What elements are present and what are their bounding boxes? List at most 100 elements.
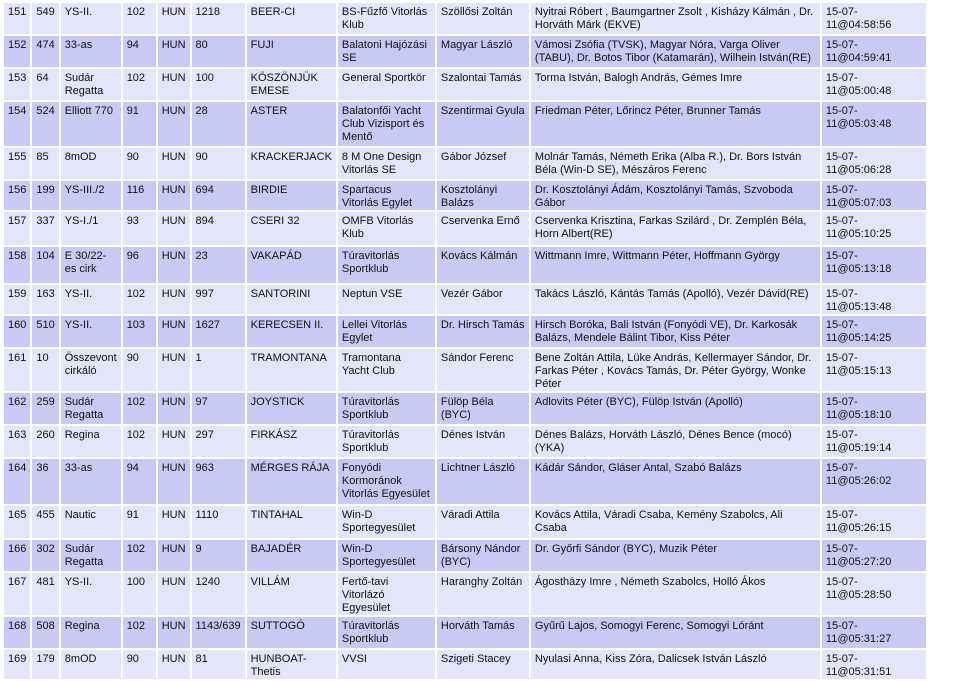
sail-number-cell: 80 xyxy=(191,36,245,67)
crew-cell: Wittmann Imre, Wittmann Péter, Hoffmann … xyxy=(530,247,820,283)
skipper-cell: Szentirmai Gyula xyxy=(436,102,529,146)
sail-number-cell: 1240 xyxy=(191,573,245,615)
crew-cell: Dénes Balázs, Horváth László, Dénes Benc… xyxy=(530,426,820,457)
place-cell: 159 xyxy=(4,285,31,314)
boat-class-cell: YS-II. xyxy=(60,316,121,347)
yardstick-cell: 103 xyxy=(122,316,156,347)
nation-cell: HUN xyxy=(157,459,190,504)
yardstick-cell: 94 xyxy=(122,459,156,504)
club-cell: OMFB Vitorlás Klub xyxy=(337,212,435,245)
boat-class-cell: Regina xyxy=(60,617,121,648)
boat-name-cell: ASTER xyxy=(246,102,336,146)
place-cell: 154 xyxy=(4,102,31,146)
place-cell: 168 xyxy=(4,617,31,648)
sail-number-cell: 28 xyxy=(191,102,245,146)
skipper-cell: Dénes István xyxy=(436,426,529,457)
club-cell: Fertő-tavi Vitorlázó Egyesület xyxy=(337,573,435,615)
crew-cell: Nyulasi Anna, Kiss Zóra, Dalicsek István… xyxy=(530,650,820,679)
crew-cell: Nyitrai Róbert , Baumgartner Zsolt , Kis… xyxy=(530,3,820,34)
club-cell: Spartacus Vitorlás Egylet xyxy=(337,181,435,210)
yardstick-cell: 96 xyxy=(122,247,156,283)
nation-cell: HUN xyxy=(157,650,190,679)
boat-class-cell: Sudár Regatta xyxy=(60,540,121,571)
boat-name-cell: BAJADÉR xyxy=(246,540,336,571)
yardstick-cell: 90 xyxy=(122,650,156,679)
boat-name-cell: FIRKÁSZ xyxy=(246,426,336,457)
finish-time-cell: 15-07-11@05:13:18 xyxy=(821,247,926,283)
yardstick-cell: 102 xyxy=(122,3,156,34)
skipper-cell: Lichtner László xyxy=(436,459,529,504)
finish-time-cell: 15-07-11@05:06:28 xyxy=(821,148,926,179)
skipper-cell: Szöllősi Zoltán xyxy=(436,3,529,34)
finish-time-cell: 15-07-11@05:03:48 xyxy=(821,102,926,146)
finish-time-cell: 15-07-11@05:18:10 xyxy=(821,393,926,424)
club-cell: Fonyódi Kormoránok Vitorlás Egyesület xyxy=(337,459,435,504)
yardstick-cell: 102 xyxy=(122,426,156,457)
skipper-cell: Magyar László xyxy=(436,36,529,67)
sail-number-cell: 1218 xyxy=(191,3,245,34)
sail-number-cell: 9 xyxy=(191,540,245,571)
club-cell: Balatoni Hajózási SE xyxy=(337,36,435,67)
crew-cell: Ágostházy Imre , Németh Szabolcs, Holló … xyxy=(530,573,820,615)
table-row: 164 36 33-as 94 HUN 963 MÉRGES RÁJA Fonyódi Kor… xyxy=(4,459,926,504)
skipper-cell: Horváth Tamás xyxy=(436,617,529,648)
boat-class-cell: Összevont cirkáló xyxy=(60,349,121,391)
place-cell: 156 xyxy=(4,181,31,210)
table-row: 157 337 YS-I./1 93 HUN 894 CSERI 32 OMFB Vitorl… xyxy=(4,212,926,245)
club-cell: Túravitorlás Sportklub xyxy=(337,393,435,424)
skipper-cell: Vezér Gábor xyxy=(436,285,529,314)
club-cell: Túravitorlás Sportklub xyxy=(337,617,435,648)
boat-class-cell: YS-II. xyxy=(60,573,121,615)
club-cell: Lellei Vitorlás Egylet xyxy=(337,316,435,347)
boat-class-cell: 8mOD xyxy=(60,650,121,679)
sail-id-cell: 104 xyxy=(32,247,59,283)
boat-name-cell: FUJI xyxy=(246,36,336,67)
club-cell: Win-D Sportegyesület xyxy=(337,506,435,538)
table-row: 156 199 YS-III./2 116 HUN 694 BIRDIE Spartacus … xyxy=(4,181,926,210)
boat-name-cell: MÉRGES RÁJA xyxy=(246,459,336,504)
nation-cell: HUN xyxy=(157,181,190,210)
yardstick-cell: 102 xyxy=(122,69,156,100)
sail-number-cell: 90 xyxy=(191,148,245,179)
yardstick-cell: 90 xyxy=(122,148,156,179)
yardstick-cell: 116 xyxy=(122,181,156,210)
boat-class-cell: E 30/22-es cirk xyxy=(60,247,121,283)
finish-time-cell: 15-07-11@05:26:15 xyxy=(821,506,926,538)
nation-cell: HUN xyxy=(157,506,190,538)
crew-cell: Cservenka Krisztina, Farkas Szilárd , Dr… xyxy=(530,212,820,245)
sail-id-cell: 85 xyxy=(32,148,59,179)
boat-class-cell: Sudár Regatta xyxy=(60,69,121,100)
club-cell: Neptun VSE xyxy=(337,285,435,314)
yardstick-cell: 91 xyxy=(122,102,156,146)
skipper-cell: Fülöp Béla (BYC) xyxy=(436,393,529,424)
sail-number-cell: 1627 xyxy=(191,316,245,347)
finish-time-cell: 15-07-11@05:13:48 xyxy=(821,285,926,314)
boat-class-cell: Sudár Regatta xyxy=(60,393,121,424)
club-cell: Túravitorlás Sportklub xyxy=(337,247,435,283)
skipper-cell: Haranghy Zoltán xyxy=(436,573,529,615)
nation-cell: HUN xyxy=(157,285,190,314)
place-cell: 164 xyxy=(4,459,31,504)
boat-name-cell: KERECSEN II. xyxy=(246,316,336,347)
crew-cell: Kovács Attila, Váradi Csaba, Kemény Szab… xyxy=(530,506,820,538)
boat-name-cell: KRACKERJACK xyxy=(246,148,336,179)
nation-cell: HUN xyxy=(157,573,190,615)
place-cell: 155 xyxy=(4,148,31,179)
boat-name-cell: SANTORINI xyxy=(246,285,336,314)
place-cell: 163 xyxy=(4,426,31,457)
nation-cell: HUN xyxy=(157,102,190,146)
table-row: 168 508 Regina 102 HUN 1143/639 SUTTOGÓ Túravit… xyxy=(4,617,926,648)
yardstick-cell: 102 xyxy=(122,285,156,314)
yardstick-cell: 94 xyxy=(122,36,156,67)
boat-name-cell: CSERI 32 xyxy=(246,212,336,245)
finish-time-cell: 15-07-11@05:15:13 xyxy=(821,349,926,391)
crew-cell: Bene Zoltán Attila, Lüke András, Kellerm… xyxy=(530,349,820,391)
table-row: 155 85 8mOD 90 HUN 90 KRACKERJACK 8 M One Desig… xyxy=(4,148,926,179)
boat-class-cell: Elliott 770 xyxy=(60,102,121,146)
sail-id-cell: 508 xyxy=(32,617,59,648)
place-cell: 166 xyxy=(4,540,31,571)
boat-name-cell: TINTAHAL xyxy=(246,506,336,538)
place-cell: 165 xyxy=(4,506,31,538)
club-cell: Tramontana Yacht Club xyxy=(337,349,435,391)
sail-id-cell: 481 xyxy=(32,573,59,615)
